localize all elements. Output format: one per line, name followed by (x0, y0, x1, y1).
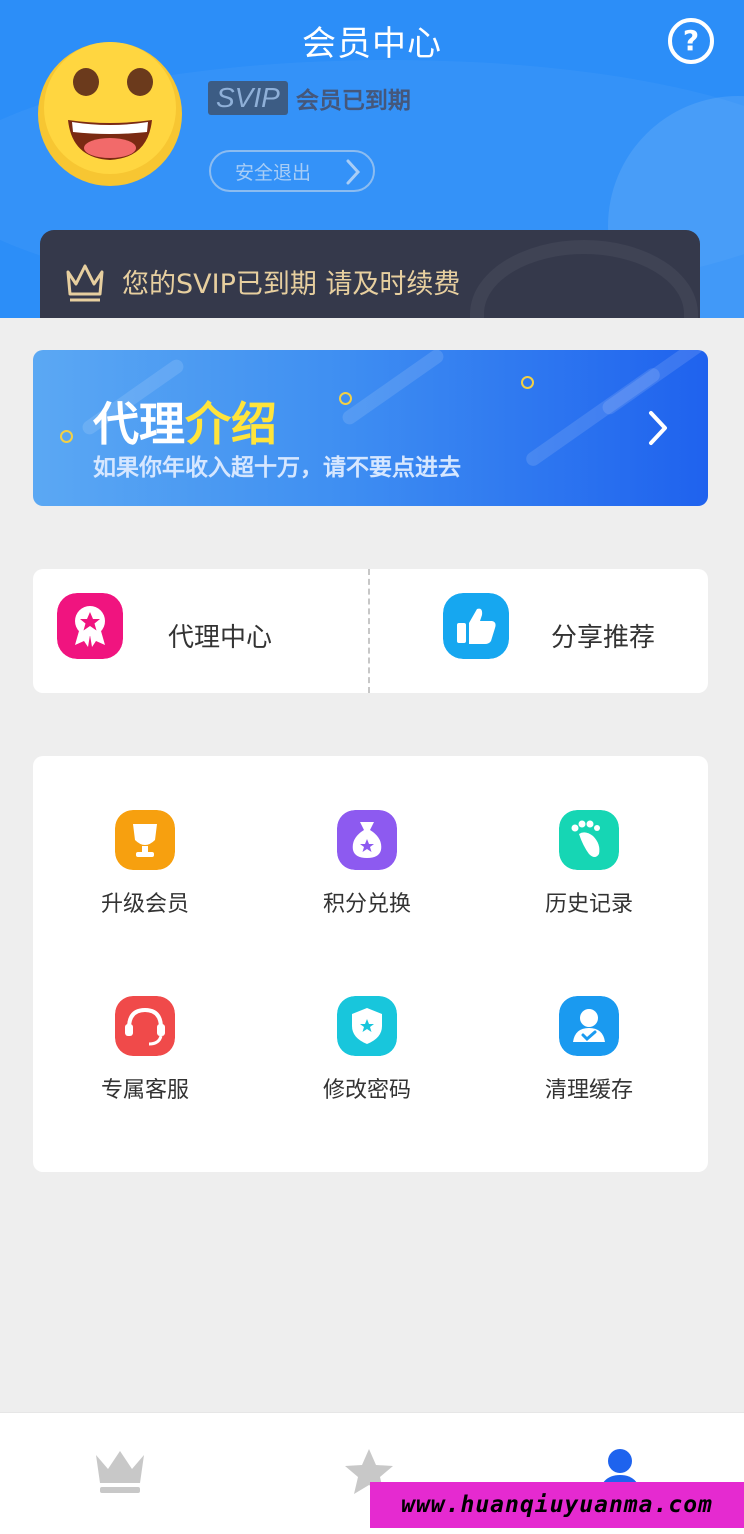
watermark-banner: www.huanqiuyuanma.com (370, 1482, 744, 1528)
agent-center-item[interactable]: 代理中心 (33, 569, 368, 693)
expire-notice-text: 您的SVIP已到期 请及时续费 (122, 269, 461, 300)
thumbs-up-icon (443, 593, 509, 659)
trophy-icon (115, 810, 175, 870)
banner-decoration (339, 350, 447, 428)
crown-icon[interactable] (90, 1443, 150, 1503)
logout-button[interactable]: 安全退出 (209, 150, 375, 192)
banner-subtitle: 如果你年收入超十万，请不要点进去 (93, 455, 461, 481)
share-recommend-label: 分享推荐 (551, 623, 656, 653)
change-password-label: 修改密码 (322, 1078, 411, 1103)
banner-title-white: 代理 (93, 397, 185, 451)
upgrade-member-item[interactable]: 升级会员 (33, 810, 257, 970)
banner-dot (60, 430, 73, 443)
logout-label: 安全退出 (235, 161, 312, 184)
chevron-right-icon (346, 159, 361, 185)
crown-watermark (470, 240, 698, 318)
quick-links-card: 代理中心 分享推荐 (33, 569, 708, 693)
banner-title-yellow: 介绍 (185, 397, 277, 451)
footprint-icon (559, 810, 619, 870)
agent-center-label: 代理中心 (168, 623, 273, 653)
svip-badge: SVIP (208, 81, 288, 115)
history-item[interactable]: 历史记录 (477, 810, 701, 970)
headset-icon (115, 996, 175, 1056)
help-icon[interactable]: ? (668, 18, 714, 64)
shield-icon (337, 996, 397, 1056)
banner-dot (521, 376, 534, 389)
member-header: 会员中心 ? SVIP 会员已到期 安全退出 您的SVIP已到期 请及时续费 (0, 0, 744, 318)
svip-row: SVIP 会员已到期 (208, 80, 411, 116)
share-recommend-item[interactable]: 分享推荐 (370, 569, 708, 693)
person-icon (559, 996, 619, 1056)
clear-cache-label: 清理缓存 (544, 1078, 633, 1103)
customer-service-item[interactable]: 专属客服 (33, 996, 257, 1156)
avatar[interactable] (36, 40, 184, 188)
banner-dot (339, 392, 352, 405)
money-bag-icon (337, 810, 397, 870)
points-exchange-label: 积分兑换 (322, 892, 411, 917)
badge-star-icon (57, 593, 123, 659)
change-password-item[interactable]: 修改密码 (255, 996, 479, 1156)
upgrade-member-label: 升级会员 (100, 892, 189, 917)
chevron-right-icon (649, 411, 667, 445)
clear-cache-item[interactable]: 清理缓存 (477, 996, 701, 1156)
banner-title: 代理介绍 (93, 388, 277, 454)
customer-service-label: 专属客服 (100, 1078, 189, 1103)
agent-intro-banner[interactable]: 代理介绍 如果你年收入超十万，请不要点进去 (33, 350, 708, 506)
points-exchange-item[interactable]: 积分兑换 (255, 810, 479, 970)
crown-icon (66, 264, 104, 302)
membership-status: 会员已到期 (295, 88, 411, 114)
history-label: 历史记录 (544, 892, 633, 917)
expire-notice-bar[interactable]: 您的SVIP已到期 请及时续费 (40, 230, 700, 318)
features-grid-card: 升级会员 积分兑换 历史记录 专属客服 修改密码 清理缓存 (33, 756, 708, 1172)
